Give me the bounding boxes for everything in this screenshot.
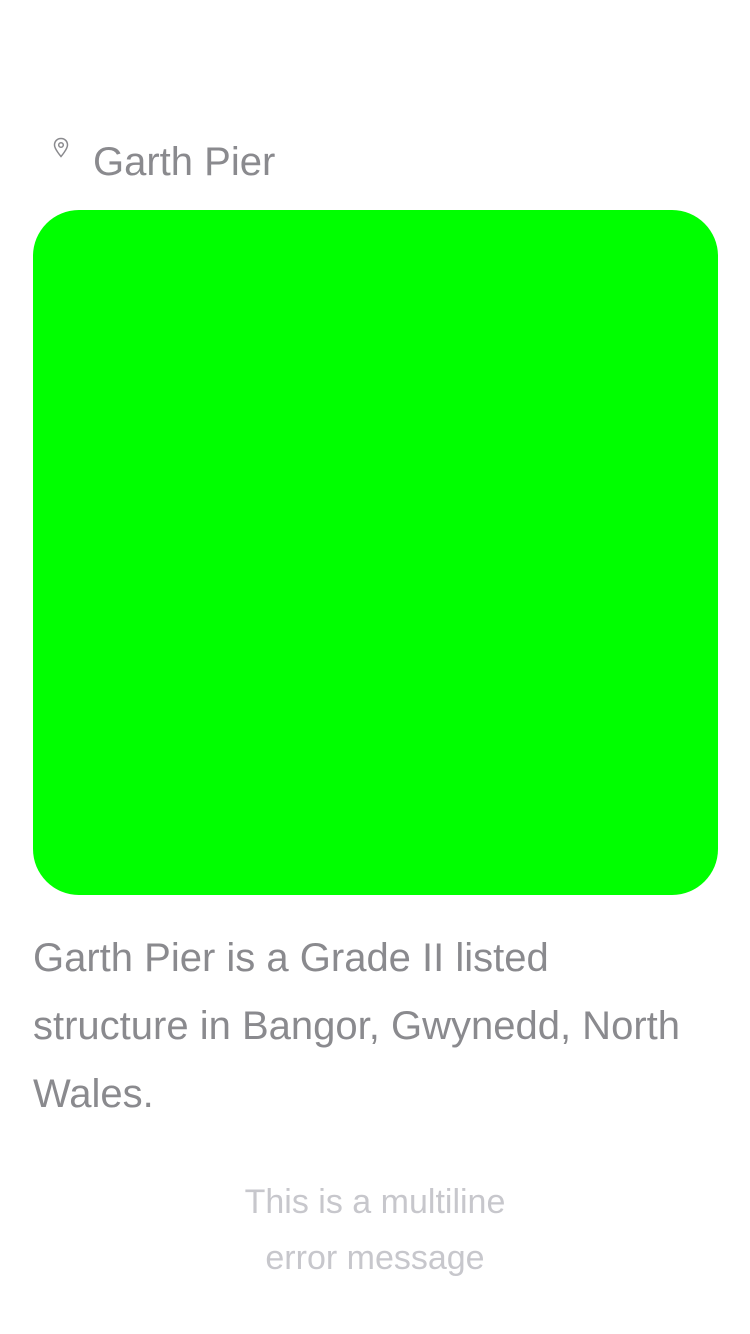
location-name: Garth Pier [93,140,276,184]
error-message-line-1: This is a multiline [244,1183,506,1221]
location-row: Garth Pier [52,136,275,188]
image-card [33,210,718,895]
map-pin-icon [52,137,70,159]
error-message: This is a multiline error message [0,1174,750,1286]
description-text: Garth Pier is a Grade II listed structur… [33,936,680,1116]
error-message-line-2: error message [265,1239,485,1277]
